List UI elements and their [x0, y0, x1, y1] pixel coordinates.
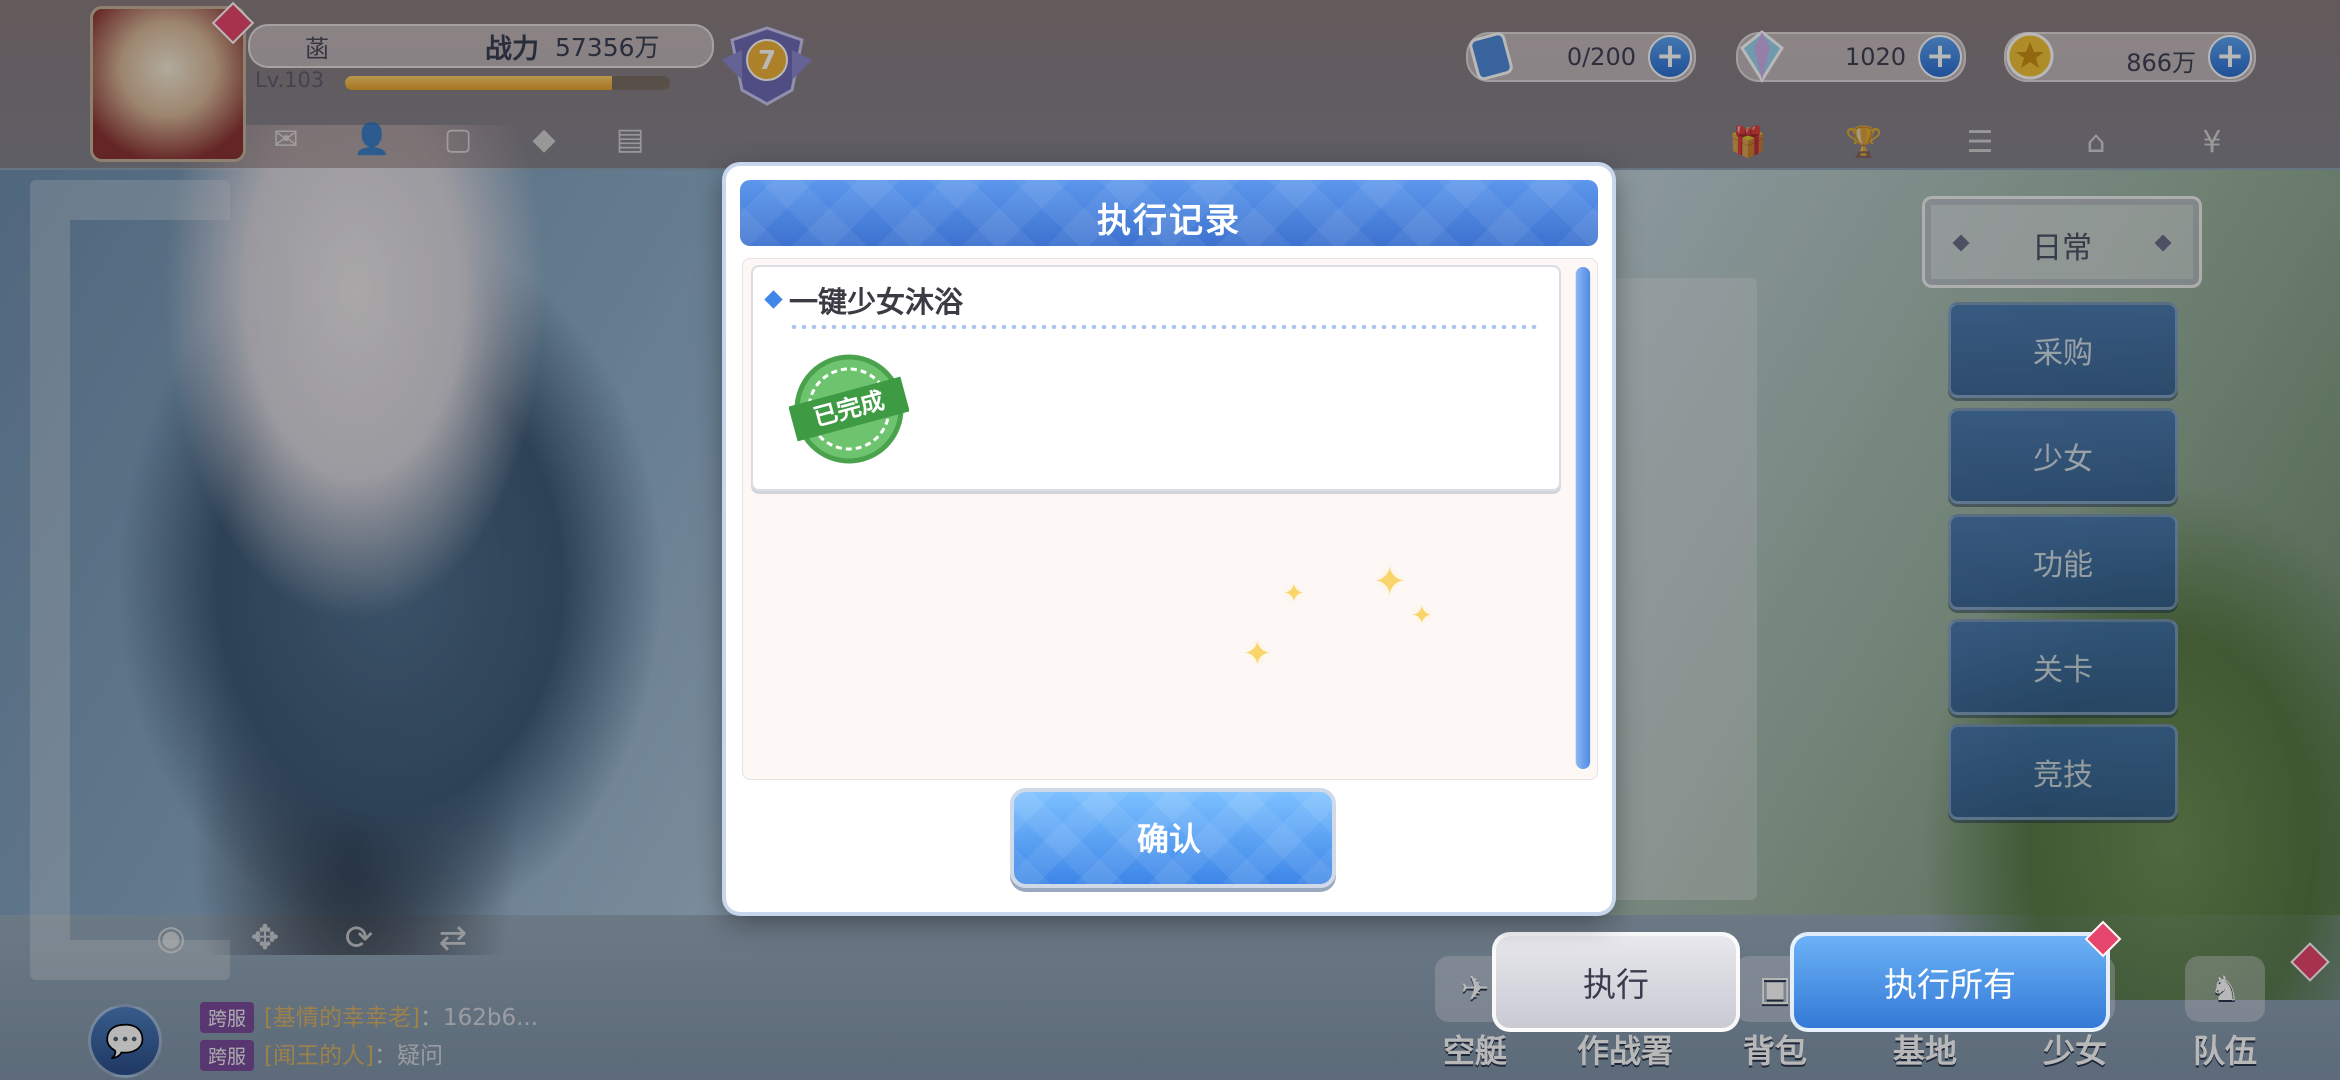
sparkle-icon: ✦: [1373, 559, 1407, 605]
execute-button[interactable]: 执行: [1492, 932, 1740, 1032]
dialog-header: 执行记录: [740, 180, 1598, 246]
execute-all-label: 执行所有: [1884, 965, 2016, 1004]
dialog-title: 执行记录: [1097, 201, 1241, 241]
confirm-button[interactable]: 确认: [1010, 788, 1336, 888]
record-title: 一键少女沐浴: [789, 285, 964, 319]
execute-all-button[interactable]: 执行所有: [1790, 920, 2122, 1032]
sparkle-icon: ✦: [1243, 634, 1272, 674]
execution-record-dialog: 执行记录 一键少女沐浴 已完成 ✦ ✦ ✦ ✦ 确认: [726, 166, 1612, 912]
sparkle-icon: ✦: [1283, 579, 1305, 609]
record-list[interactable]: 一键少女沐浴 已完成 ✦ ✦ ✦ ✦: [742, 258, 1598, 780]
dotted-divider: [789, 325, 1541, 329]
completed-stamp-icon: 已完成: [789, 354, 909, 464]
bullet-diamond-icon: [764, 290, 783, 309]
record-item: 一键少女沐浴 已完成: [751, 265, 1561, 491]
sparkle-icon: ✦: [1411, 601, 1433, 631]
scrollbar-thumb[interactable]: [1576, 267, 1590, 769]
scrollbar[interactable]: [1575, 267, 1591, 769]
confirm-label: 确认: [1136, 820, 1201, 858]
